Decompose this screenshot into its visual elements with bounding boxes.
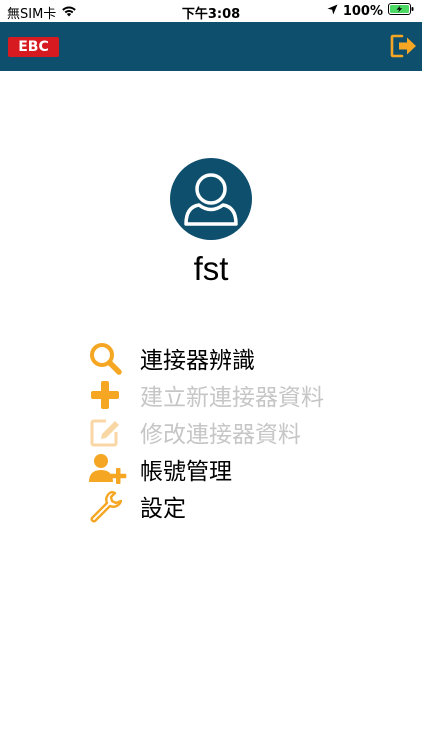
status-bar: 無SIM卡 下午3:08 100% [0, 0, 422, 22]
menu-item-create-connector[interactable]: 建立新連接器資料 [88, 376, 324, 413]
menu-item-settings[interactable]: 設定 [88, 487, 324, 524]
logout-arrow-icon [390, 34, 416, 58]
plus-icon [88, 378, 128, 412]
wrench-icon [88, 489, 128, 523]
user-avatar-icon [170, 158, 252, 240]
menu-item-label: 設定 [140, 495, 186, 522]
menu-item-label: 建立新連接器資料 [140, 384, 324, 411]
main-menu: 連接器辨識 建立新連接器資料 修改連接器資料 帳號管理 設定 [88, 339, 324, 524]
status-right: 100% [327, 3, 414, 19]
username: fst [193, 250, 229, 287]
menu-item-label: 連接器辨識 [140, 347, 255, 374]
menu-item-edit-connector[interactable]: 修改連接器資料 [88, 413, 324, 450]
app-bar: EBC [0, 22, 422, 71]
menu-item-account-management[interactable]: 帳號管理 [88, 450, 324, 487]
edit-icon [88, 415, 128, 449]
search-icon [88, 341, 128, 375]
battery-charging-icon [388, 3, 414, 19]
avatar [170, 158, 252, 240]
add-user-icon [88, 452, 128, 486]
menu-item-label: 修改連接器資料 [140, 421, 301, 448]
menu-item-connector-recognition[interactable]: 連接器辨識 [88, 339, 324, 376]
ebc-logo: EBC [8, 37, 59, 57]
logout-button[interactable] [390, 33, 418, 59]
location-arrow-icon [327, 4, 338, 19]
menu-item-label: 帳號管理 [140, 458, 232, 485]
battery-percent: 100% [342, 3, 383, 19]
